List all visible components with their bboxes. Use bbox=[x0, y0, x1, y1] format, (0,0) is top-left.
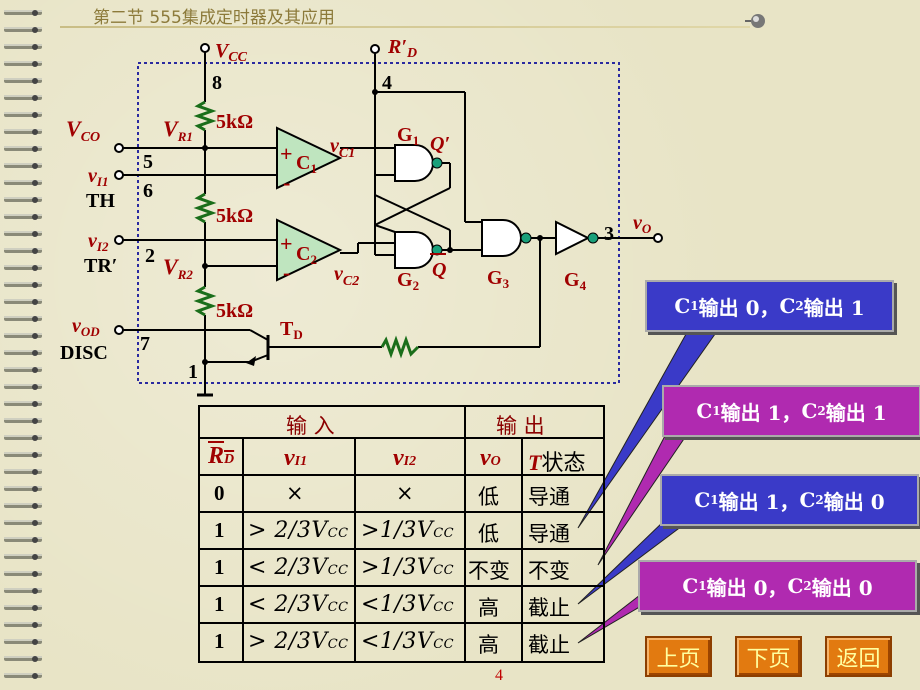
cell-vi1: > 2/3VCC bbox=[248, 518, 349, 543]
truth-table: 输 入 输 出 RD vI1 vI2 vO T状态 0 × × 低导通 1 > 2/3VC… bbox=[198, 405, 605, 663]
next-page-button[interactable]: 下页 bbox=[735, 636, 802, 677]
svg-text:7: 7 bbox=[140, 333, 150, 355]
svg-text:VR1: VR1 bbox=[163, 116, 193, 144]
resistor-r2 bbox=[193, 192, 217, 224]
svg-text:G2: G2 bbox=[397, 269, 419, 293]
cell-vo: 高 bbox=[478, 633, 499, 657]
prev-page-button[interactable]: 上页 bbox=[645, 636, 712, 677]
svg-text:VCO: VCO bbox=[66, 116, 100, 145]
callout-1: C 1 输出 0， C 2 输出 1 bbox=[645, 280, 894, 332]
callout-3: C 1 输出 1， C 2 输出 0 bbox=[660, 474, 919, 526]
svg-text:3: 3 bbox=[604, 223, 614, 245]
cell-vo: 低 bbox=[478, 485, 499, 509]
cell-t-state: 不变 bbox=[528, 559, 570, 583]
cell-t-state: 截止 bbox=[528, 596, 570, 620]
gate-g1 bbox=[394, 144, 434, 182]
resistor-r1 bbox=[193, 100, 217, 132]
col-vi1: vI1 bbox=[284, 445, 308, 471]
cell-t-state: 导通 bbox=[528, 522, 570, 546]
back-button[interactable]: 返回 bbox=[825, 636, 892, 677]
slide: { "title": "第二节 555集成定时器及其应用", "circuit"… bbox=[0, 0, 920, 690]
callout-2: C 1 输出 1， C 2 输出 1 bbox=[662, 385, 920, 437]
col-vi2: vI2 bbox=[393, 445, 417, 471]
cell-vi1: > 2/3VCC bbox=[248, 629, 349, 654]
svg-text:5kΩ: 5kΩ bbox=[216, 111, 253, 133]
svg-text:vOD: vOD bbox=[72, 315, 100, 339]
cell-vi2: <1/3VCC bbox=[361, 629, 455, 654]
svg-text:6: 6 bbox=[143, 180, 153, 202]
cell-vi2: × bbox=[396, 481, 414, 505]
cell-vi2: >1/3VCC bbox=[361, 555, 455, 580]
cell-rd: 0 bbox=[214, 481, 225, 505]
cell-rd: 1 bbox=[214, 592, 225, 616]
svg-text:Q′: Q′ bbox=[430, 133, 450, 155]
svg-text:4: 4 bbox=[382, 72, 392, 94]
svg-text:G3: G3 bbox=[487, 267, 510, 291]
svg-text:5kΩ: 5kΩ bbox=[216, 205, 253, 227]
resistor-r3 bbox=[193, 285, 217, 317]
header-output: 输 出 bbox=[496, 414, 545, 438]
svg-text:vO: vO bbox=[633, 212, 652, 236]
svg-text:vI1: vI1 bbox=[88, 165, 108, 189]
cell-vi2: <1/3VCC bbox=[361, 592, 455, 617]
resistor-td bbox=[380, 335, 420, 359]
header-input: 输 入 bbox=[286, 414, 335, 438]
cell-vi1: < 2/3VCC bbox=[248, 592, 349, 617]
cell-vi2: >1/3VCC bbox=[361, 518, 455, 543]
svg-text:DISC: DISC bbox=[60, 342, 108, 364]
col-t: T状态 bbox=[528, 450, 586, 476]
svg-text:vC2: vC2 bbox=[334, 263, 359, 289]
svg-text:5: 5 bbox=[143, 151, 153, 173]
svg-text:R′D: R′D bbox=[387, 36, 417, 61]
svg-text:-: - bbox=[283, 260, 290, 285]
cell-vo: 低 bbox=[478, 522, 499, 546]
svg-text:5kΩ: 5kΩ bbox=[216, 300, 253, 322]
cell-rd: 1 bbox=[214, 555, 225, 579]
cell-vi1: < 2/3VCC bbox=[248, 555, 349, 580]
cell-t-state: 截止 bbox=[528, 633, 570, 657]
svg-text:8: 8 bbox=[212, 72, 222, 94]
cell-rd: 1 bbox=[214, 518, 225, 542]
page-number: 4 bbox=[495, 667, 503, 684]
svg-text:TH: TH bbox=[86, 190, 115, 212]
callout-4: C 1 输出 0， C 2 输出 0 bbox=[638, 560, 917, 612]
gate-g4 bbox=[555, 220, 591, 256]
svg-text:VR2: VR2 bbox=[163, 254, 193, 282]
svg-text:-: - bbox=[283, 170, 290, 195]
svg-text:+: + bbox=[280, 141, 293, 166]
cell-rd: 1 bbox=[214, 629, 225, 653]
svg-text:VCC: VCC bbox=[215, 40, 248, 65]
svg-text:G4: G4 bbox=[564, 269, 587, 293]
cell-vo: 高 bbox=[478, 596, 499, 620]
svg-text:2: 2 bbox=[145, 245, 155, 267]
cell-t-state: 导通 bbox=[528, 485, 570, 509]
svg-text:TD: TD bbox=[280, 318, 303, 342]
col-vo: vO bbox=[480, 445, 501, 471]
gate-g2 bbox=[394, 231, 434, 269]
svg-text:G1: G1 bbox=[397, 124, 419, 148]
svg-text:+: + bbox=[280, 231, 293, 256]
cell-vo: 不变 bbox=[468, 559, 510, 583]
svg-text:Q: Q bbox=[432, 259, 446, 281]
svg-text:1: 1 bbox=[188, 361, 198, 383]
col-rd: RD bbox=[208, 443, 235, 469]
cell-vi1: × bbox=[286, 481, 304, 505]
svg-text:TR′: TR′ bbox=[84, 255, 117, 277]
svg-text:vI2: vI2 bbox=[88, 230, 109, 254]
gate-g3 bbox=[481, 219, 522, 257]
